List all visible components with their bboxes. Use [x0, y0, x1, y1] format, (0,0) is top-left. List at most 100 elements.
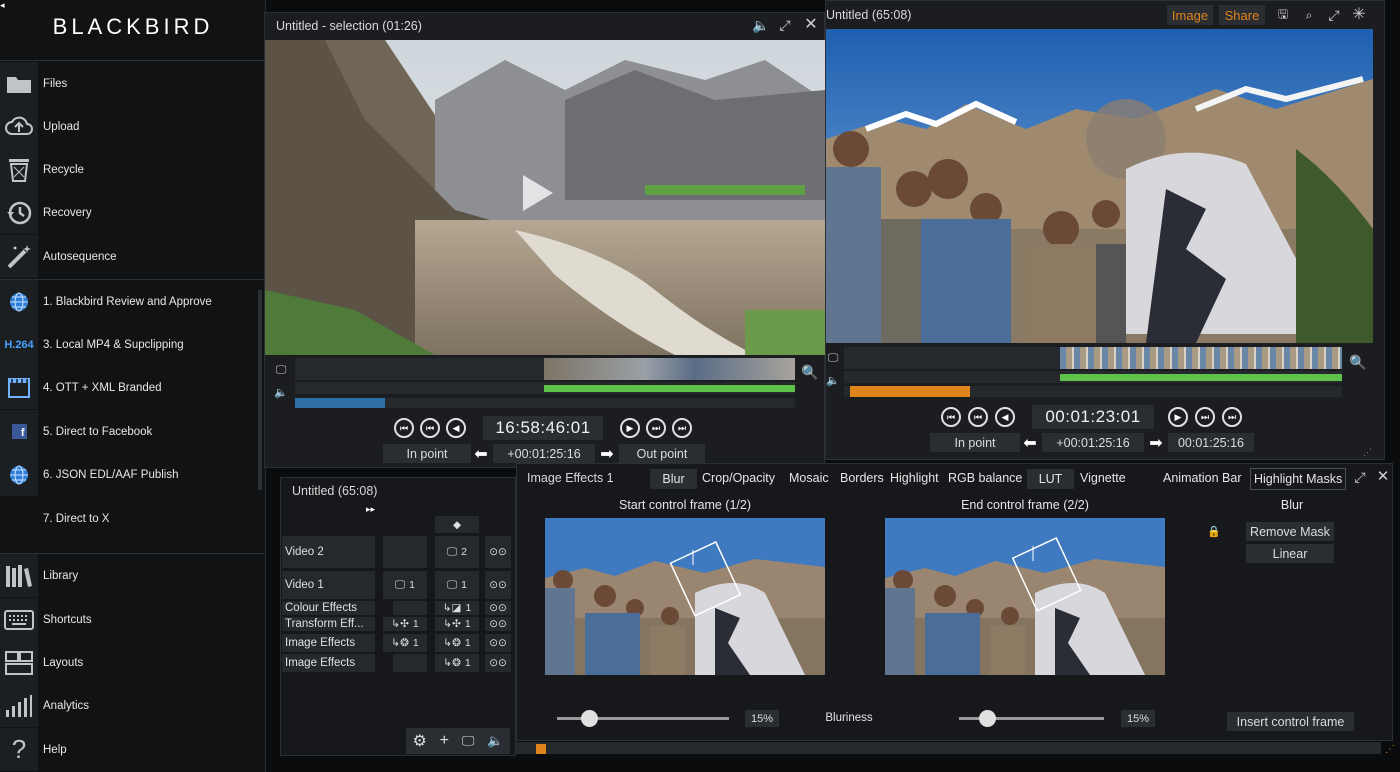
search-frame-icon[interactable]: ⌕ [1301, 7, 1317, 23]
end-control-frame[interactable] [885, 518, 1165, 675]
save-icon[interactable]: 🖫 [1275, 7, 1291, 23]
monitor-icon[interactable]: 🖵 [462, 733, 475, 749]
sidebar-item-json-edl[interactable]: 6. JSON EDL/AAF Publish [0, 453, 264, 496]
track-transform-effects[interactable]: Transform Eff... [282, 617, 375, 631]
sidebar-item-layouts[interactable]: Layouts [0, 641, 264, 684]
in-point-button[interactable]: In point [383, 444, 471, 463]
track-options-icon[interactable]: ⊙⊙ [485, 601, 511, 615]
effects-timeline-strip[interactable] [516, 742, 1381, 754]
track-options-icon[interactable]: ⊙⊙ [485, 571, 511, 599]
step-back-button[interactable]: ⏮ [968, 407, 988, 427]
source-audio-track[interactable] [295, 382, 795, 394]
sidebar-item-analytics[interactable]: Analytics [0, 684, 264, 727]
back-arrow-icon[interactable]: ◂ [0, 0, 10, 10]
sidebar-item-autosequence[interactable]: Autosequence [0, 235, 264, 278]
sidebar-item-library[interactable]: Library [0, 554, 264, 597]
sidebar-item-files[interactable]: Files [0, 62, 264, 105]
tab-rgb-balance[interactable]: RGB balance [945, 471, 1025, 485]
image-button[interactable]: Image [1167, 5, 1213, 25]
track-video-2[interactable]: Video 2 [282, 536, 375, 568]
track-colour-effects[interactable]: Colour Effects [282, 601, 375, 615]
volume-icon[interactable]: 🔈 [752, 17, 769, 33]
source-video-frame[interactable] [265, 40, 825, 355]
source-timecode[interactable]: 16:58:46:01 [483, 416, 603, 440]
track-cell[interactable] [393, 601, 427, 615]
fast-forward-icon[interactable]: ▸▸ [366, 504, 375, 515]
out-point-button[interactable]: Out point [619, 444, 705, 463]
tab-vignette[interactable]: Vignette [1077, 471, 1129, 485]
track-effect-toggle[interactable]: ↳❂ 1 [435, 634, 479, 652]
track-effect-toggle[interactable]: ↳❂ 1 [435, 654, 479, 672]
close-icon[interactable]: ✕ [803, 16, 819, 33]
track-effect-toggle[interactable]: ↳✣ 1 [383, 617, 427, 631]
start-bluriness-slider[interactable] [557, 710, 729, 727]
lock-icon[interactable]: 🔒 [1207, 524, 1221, 538]
track-monitor-toggle[interactable]: 🖵 1 [435, 571, 479, 599]
track-effect-toggle[interactable]: ↳❂ 1 [383, 634, 427, 652]
play-reverse-button[interactable]: ◀ [446, 418, 466, 438]
play-reverse-button[interactable]: ◀ [995, 407, 1015, 427]
in-point-button[interactable]: In point [930, 433, 1020, 452]
tab-blur[interactable]: Blur [650, 469, 697, 489]
expand-icon[interactable]: ⤢ [1352, 469, 1368, 485]
expand-icon[interactable]: ⤢ [777, 17, 793, 33]
zoom-icon[interactable]: 🔍 [801, 363, 819, 381]
track-effect-toggle[interactable]: ↳◪ 1 [435, 601, 479, 615]
step-forward-button[interactable]: ⏭ [1195, 407, 1215, 427]
tab-animation-bar[interactable]: Animation Bar [1160, 471, 1245, 485]
end-bluriness-slider[interactable] [959, 710, 1104, 727]
track-options-icon[interactable]: ⊙⊙ [485, 634, 511, 652]
insert-control-frame-button[interactable]: Insert control frame [1227, 712, 1354, 731]
sidebar-item-upload[interactable]: Upload [0, 105, 264, 148]
start-control-frame[interactable] [545, 518, 825, 675]
tab-mosaic[interactable]: Mosaic [786, 471, 832, 485]
slider-handle[interactable] [580, 710, 598, 727]
tab-highlight-masks[interactable]: Highlight Masks [1250, 468, 1347, 490]
tab-crop-opacity[interactable]: Crop/Opacity [699, 471, 778, 485]
add-icon[interactable]: + [440, 732, 449, 750]
sidebar-item-facebook[interactable]: f 5. Direct to Facebook [0, 410, 264, 453]
sidebar-scrollbar[interactable] [258, 290, 262, 490]
tab-lut[interactable]: LUT [1027, 469, 1074, 489]
sidebar-item-help[interactable]: ? Help [0, 728, 264, 771]
go-to-start-button[interactable]: ⏮ [394, 418, 414, 438]
track-image-effects[interactable]: Image Effects [282, 634, 375, 652]
record-timecode[interactable]: 00:01:23:01 [1032, 405, 1154, 429]
zoom-icon[interactable]: 🔍 [1349, 353, 1367, 371]
track-effect-toggle[interactable]: ↳✣ 1 [435, 617, 479, 631]
record-video-track[interactable] [844, 347, 1342, 369]
track-monitor-toggle[interactable]: 🖵 2 [435, 536, 479, 568]
tab-highlight[interactable]: Highlight [887, 471, 942, 485]
resize-handle-icon[interactable]: ⋰ [1363, 447, 1373, 457]
track-options-icon[interactable]: ⊙⊙ [485, 654, 511, 672]
track-monitor-toggle[interactable]: 🖵 1 [383, 571, 427, 599]
track-image-effects-2[interactable]: Image Effects [282, 654, 375, 672]
resize-handle-icon[interactable]: ⋰ [1385, 744, 1397, 756]
marker-icon[interactable]: ◆ [435, 516, 479, 533]
track-options-icon[interactable]: ⊙⊙ [485, 617, 511, 631]
record-audio-track[interactable] [844, 371, 1342, 383]
sidebar-item-direct-to-x[interactable]: 7. Direct to X [0, 497, 264, 540]
record-progress-track[interactable] [844, 386, 1342, 397]
volume-icon[interactable]: 🔈 [487, 733, 503, 749]
share-button[interactable]: Share [1219, 5, 1265, 25]
track-video-1[interactable]: Video 1 [282, 571, 375, 599]
start-bluriness-value[interactable]: 15% [745, 710, 779, 727]
slider-handle[interactable] [978, 710, 996, 727]
play-button[interactable]: ▶ [1168, 407, 1188, 427]
sidebar-item-review-approve[interactable]: 1. Blackbird Review and Approve [0, 280, 264, 323]
record-video-frame[interactable] [826, 29, 1373, 343]
sidebar-item-recycle[interactable]: Recycle [0, 148, 264, 191]
step-back-button[interactable]: ⏮ [420, 418, 440, 438]
playhead-marker[interactable] [536, 744, 546, 754]
play-button[interactable]: ▶ [620, 418, 640, 438]
go-to-start-button[interactable]: ⏮ [941, 407, 961, 427]
go-to-end-button[interactable]: ⏭ [1222, 407, 1242, 427]
end-bluriness-value[interactable]: 15% [1121, 710, 1155, 727]
sidebar-item-local-mp4[interactable]: H.264 3. Local MP4 & Supclipping [0, 323, 264, 366]
track-cell[interactable] [383, 536, 427, 568]
sidebar-item-shortcuts[interactable]: Shortcuts [0, 598, 264, 641]
linear-button[interactable]: Linear [1246, 544, 1334, 563]
expand-icon[interactable]: ⤢ [1326, 7, 1342, 23]
source-progress-track[interactable] [295, 398, 795, 408]
